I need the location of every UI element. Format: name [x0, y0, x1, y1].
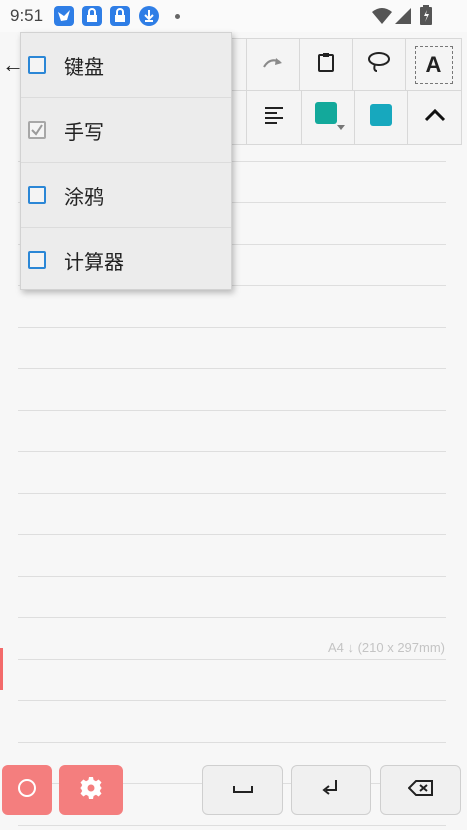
- circle-icon: [16, 777, 38, 804]
- collapse-toolbar-button[interactable]: [407, 90, 462, 145]
- status-bar: 9:51: [0, 0, 467, 32]
- menu-item-calculator[interactable]: 计算器: [21, 228, 231, 292]
- checkbox-icon[interactable]: [28, 251, 46, 269]
- space-button[interactable]: [202, 765, 283, 815]
- battery-icon: [420, 5, 432, 30]
- side-edge-tab[interactable]: [0, 648, 3, 690]
- redo-icon: [262, 55, 284, 74]
- menu-item-doodle[interactable]: 涂鸦: [21, 163, 231, 227]
- gear-icon: [79, 776, 103, 805]
- lasso-icon: [367, 51, 391, 78]
- space-icon: [232, 781, 254, 799]
- paper-size-label: A4 ↓ (210 x 297mm): [327, 640, 445, 655]
- toolbar-cell: [230, 38, 247, 91]
- menu-item-handwriting[interactable]: 手写: [21, 98, 231, 162]
- settings-button[interactable]: [59, 765, 123, 815]
- align-left-icon: [264, 106, 284, 129]
- clipboard-button[interactable]: [299, 38, 353, 91]
- backspace-icon: [407, 779, 434, 801]
- checked-checkbox-icon[interactable]: [28, 121, 46, 139]
- fill-color-icon: [369, 103, 393, 132]
- lock-app-icon: [110, 6, 130, 26]
- align-button[interactable]: [246, 90, 302, 145]
- menu-item-label: 键盘: [64, 56, 104, 79]
- pen-color-button[interactable]: [301, 90, 355, 145]
- fill-color-button[interactable]: [354, 90, 408, 145]
- circle-tool-button[interactable]: [2, 765, 52, 815]
- wifi-icon: [372, 8, 392, 29]
- redo-button[interactable]: [246, 38, 300, 91]
- bird-app-icon: [54, 6, 74, 26]
- menu-item-keyboard[interactable]: 键盘: [21, 33, 231, 97]
- enter-icon: [321, 778, 341, 803]
- status-time: 9:51: [10, 6, 44, 25]
- pen-color-icon: [311, 100, 345, 135]
- toolbar-cell: [230, 90, 247, 145]
- chevron-up-icon: [424, 108, 446, 127]
- clipboard-icon: [317, 52, 335, 77]
- backspace-button[interactable]: [380, 765, 461, 815]
- checkbox-icon[interactable]: [28, 56, 46, 74]
- text-box-letter: A: [425, 51, 442, 77]
- notification-dot-icon: [175, 14, 180, 19]
- enter-button[interactable]: [291, 765, 371, 815]
- cell-signal-icon: [395, 8, 411, 29]
- lock-app-icon: [82, 6, 102, 26]
- menu-item-label: 计算器: [64, 251, 124, 274]
- input-mode-menu: 键盘 手写 涂鸦 计算器: [20, 32, 232, 290]
- text-box-icon: A: [414, 45, 453, 84]
- download-icon: [139, 6, 159, 26]
- checkbox-icon[interactable]: [28, 186, 46, 204]
- lasso-button[interactable]: [352, 38, 406, 91]
- menu-item-label: 涂鸦: [64, 186, 104, 209]
- text-box-button[interactable]: A: [405, 38, 462, 91]
- menu-item-label: 手写: [64, 121, 104, 144]
